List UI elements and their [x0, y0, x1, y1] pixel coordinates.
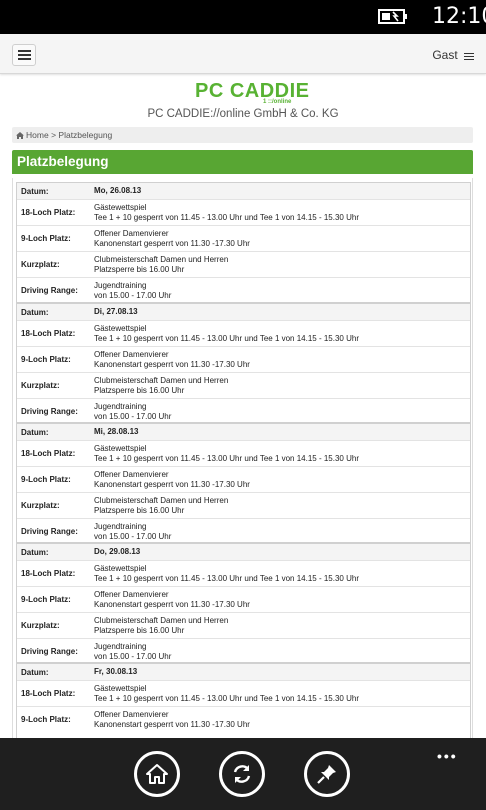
page-title: Platzbelegung — [12, 150, 473, 174]
datum-row: Datum: Fr, 30.08.13 — [17, 664, 470, 680]
table-row: Kurzplatz: Clubmeisterschaft Damen und H… — [17, 251, 470, 277]
hamburger-icon — [464, 52, 474, 61]
app-bar: ••• — [0, 738, 486, 810]
datum-value: Mo, 26.08.13 — [94, 186, 142, 195]
table-row: 18-Loch Platz: Gästewettspiel Tee 1 + 10… — [17, 320, 470, 346]
datum-row: Datum: Mi, 28.08.13 — [17, 424, 470, 440]
pc-caddie-logo[interactable]: PC CADDIE 1 ::/online — [195, 80, 309, 106]
datum-row: Datum: Do, 29.08.13 — [17, 544, 470, 560]
breadcrumb-current: Platzbelegung — [58, 130, 113, 140]
pin-button[interactable] — [304, 751, 350, 797]
table-row: Driving Range: Jugendtraining von 15.00 … — [17, 638, 470, 664]
more-options-button[interactable]: ••• — [437, 748, 458, 764]
top-nav: Gast — [0, 34, 486, 74]
status-bar: 12:10 — [0, 0, 486, 34]
day-block: Datum: Mo, 26.08.13 18-Loch Platz: Gäste… — [16, 182, 471, 303]
home-icon — [146, 764, 168, 784]
clock: 12:10 — [432, 4, 486, 29]
breadcrumb-separator: > — [51, 130, 57, 140]
day-block: Datum: Fr, 30.08.13 18-Loch Platz: Gäste… — [16, 663, 471, 738]
table-row: 9-Loch Platz: Offener Damenvierer Kanone… — [17, 225, 470, 251]
day-block: Datum: Mi, 28.08.13 18-Loch Platz: Gäste… — [16, 423, 471, 543]
table-row: 18-Loch Platz: Gästewettspiel Tee 1 + 10… — [17, 199, 470, 225]
table-row: Kurzplatz: Clubmeisterschaft Damen und H… — [17, 492, 470, 518]
refresh-icon — [233, 765, 251, 783]
table-row: 9-Loch Platz: Offener Damenvierer Kanone… — [17, 706, 470, 732]
datum-row: Datum: Mo, 26.08.13 — [17, 183, 470, 199]
day-block: Datum: Do, 29.08.13 18-Loch Platz: Gäste… — [16, 543, 471, 663]
company-name: PC CADDIE://online GmbH & Co. KG — [147, 108, 339, 120]
table-row: Driving Range: Jugendtraining von 15.00 … — [17, 398, 470, 424]
battery-charging-icon — [378, 9, 407, 24]
table-row: Kurzplatz: Clubmeisterschaft Damen und H… — [17, 372, 470, 398]
table-row: 18-Loch Platz: Gästewettspiel Tee 1 + 10… — [17, 560, 470, 586]
user-label: Gast — [432, 48, 458, 62]
refresh-button[interactable] — [219, 751, 265, 797]
table-row: 9-Loch Platz: Offener Damenvierer Kanone… — [17, 346, 470, 372]
schedule-table[interactable]: Datum: Mo, 26.08.13 18-Loch Platz: Gäste… — [12, 178, 473, 738]
table-row: 18-Loch Platz: Gästewettspiel Tee 1 + 10… — [17, 680, 470, 706]
table-row: 9-Loch Platz: Offener Damenvierer Kanone… — [17, 466, 470, 492]
breadcrumb: Home > Platzbelegung — [12, 127, 473, 143]
table-row: Driving Range: Jugendtraining von 15.00 … — [17, 518, 470, 544]
table-row: Kurzplatz: Clubmeisterschaft Damen und H… — [17, 612, 470, 638]
pin-icon — [317, 765, 336, 784]
home-icon — [16, 132, 24, 139]
home-button[interactable] — [134, 751, 180, 797]
table-row: 9-Loch Platz: Offener Damenvierer Kanone… — [17, 586, 470, 612]
table-row: 18-Loch Platz: Gästewettspiel Tee 1 + 10… — [17, 440, 470, 466]
menu-button[interactable] — [12, 44, 36, 66]
day-block: Datum: Di, 27.08.13 18-Loch Platz: Gäste… — [16, 303, 471, 423]
datum-label: Datum: — [21, 187, 49, 196]
user-menu[interactable]: Gast — [432, 48, 474, 62]
table-row: Driving Range: Jugendtraining von 15.00 … — [17, 277, 470, 303]
datum-row: Datum: Di, 27.08.13 — [17, 304, 470, 320]
breadcrumb-home-link[interactable]: Home — [26, 130, 49, 140]
